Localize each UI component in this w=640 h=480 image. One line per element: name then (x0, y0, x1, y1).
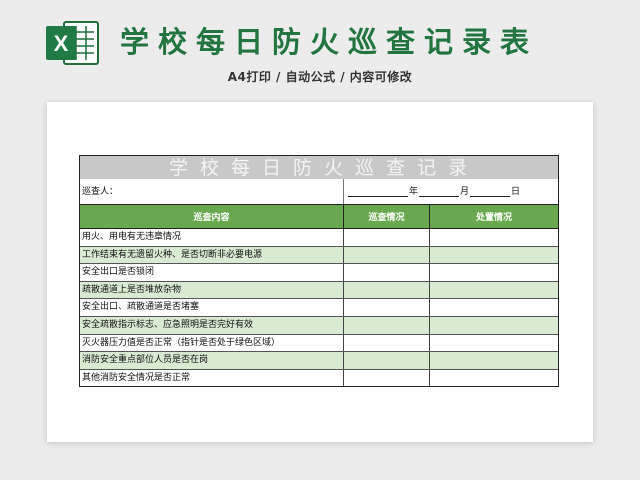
form-title: 学校每日防火巡查记录 (80, 155, 558, 179)
column-header-action: 处置情况 (475, 213, 512, 223)
table-row: 用火、用电有无违章情况 (80, 229, 558, 247)
inspector-row: 巡查人： 年 月 日 (80, 179, 558, 205)
row-action-cell[interactable] (430, 247, 558, 264)
year-field[interactable] (348, 196, 408, 197)
inspection-form: 学校每日防火巡查记录 巡查人： 年 月 日 巡查内容 巡查情况 处置情况 用火、… (79, 155, 559, 388)
row-content: 灭火器压力值是否正常（指针是否处于绿色区域） (80, 334, 344, 352)
inspector-label: 巡查人： (80, 179, 344, 204)
row-content: 工作结束有无遗留火种、是否切断非必要电源 (80, 246, 344, 264)
row-status-cell[interactable] (344, 352, 430, 369)
row-content: 安全出口、疏散通道是否堵塞 (80, 299, 344, 316)
table-row: 消防安全重点部位人员是否在岗 (80, 352, 558, 370)
table-row: 其他消防安全情况是否正常 (80, 369, 558, 388)
row-content: 消防安全重点部位人员是否在岗 (80, 352, 344, 369)
row-content: 安全疏散指示标志、应急照明是否完好有效 (80, 316, 344, 334)
month-field[interactable] (419, 196, 460, 197)
row-status-cell[interactable] (344, 369, 430, 387)
row-status-cell[interactable] (344, 264, 430, 281)
excel-icon-letter: X (54, 31, 69, 56)
excel-icon: X (46, 21, 99, 65)
row-status-cell[interactable] (344, 246, 430, 264)
row-status-cell[interactable] (344, 229, 430, 246)
row-action-cell[interactable] (430, 229, 558, 246)
row-status-cell[interactable] (344, 299, 430, 316)
spreadsheet-preview: 学校每日防火巡查记录 巡查人： 年 月 日 巡查内容 巡查情况 处置情况 用火、… (47, 102, 593, 442)
row-action-cell[interactable] (430, 264, 558, 281)
row-status-cell[interactable] (344, 281, 430, 299)
row-status-cell[interactable] (344, 334, 430, 352)
month-label: 月 (460, 187, 470, 197)
row-action-cell[interactable] (430, 317, 558, 334)
column-header-status: 巡查情况 (344, 205, 430, 228)
row-action-cell[interactable] (430, 299, 558, 316)
page-subtitle: A4打印 / 自动公式 / 内容可修改 (227, 70, 413, 84)
row-content: 疏散通道上是否堆放杂物 (80, 281, 344, 299)
page-header: X 学校每日防火巡查记录表 A4打印 / 自动公式 / 内容可修改 (0, 0, 640, 100)
table-row: 安全疏散指示标志、应急照明是否完好有效 (80, 316, 558, 335)
date-fields: 年 月 日 (344, 179, 558, 204)
table-row: 疏散通道上是否堆放杂物 (80, 281, 558, 300)
table-row: 灭火器压力值是否正常（指针是否处于绿色区域） (80, 334, 558, 353)
table-header: 巡查内容 巡查情况 处置情况 (80, 205, 558, 229)
table-row: 安全出口、疏散通道是否堵塞 (80, 299, 558, 317)
row-action-cell[interactable] (430, 282, 558, 299)
column-header-content: 巡查内容 (80, 205, 344, 228)
row-status-cell[interactable] (344, 316, 430, 334)
row-content: 其他消防安全情况是否正常 (80, 369, 344, 387)
row-content: 安全出口是否锁闭 (80, 264, 344, 281)
year-label: 年 (409, 187, 419, 197)
table-row: 工作结束有无遗留火种、是否切断非必要电源 (80, 246, 558, 265)
row-action-cell[interactable] (430, 352, 558, 369)
row-content: 用火、用电有无违章情况 (80, 229, 344, 246)
page-title: 学校每日防火巡查记录表 (120, 25, 539, 59)
day-field[interactable] (470, 196, 511, 197)
row-action-cell[interactable] (430, 370, 558, 387)
day-label: 日 (511, 187, 521, 197)
row-action-cell[interactable] (430, 335, 558, 352)
table-row: 安全出口是否锁闭 (80, 264, 558, 282)
